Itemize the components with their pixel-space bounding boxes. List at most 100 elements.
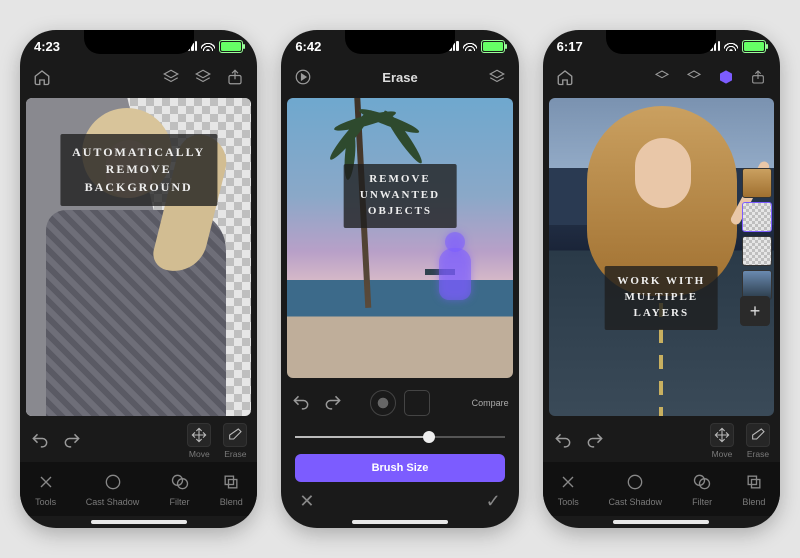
phone-1: 4:23 Automatically Remove Backg bbox=[20, 30, 257, 528]
shadow-icon bbox=[624, 471, 646, 493]
app-toolbar: Erase bbox=[281, 62, 518, 92]
rect-mode[interactable] bbox=[404, 390, 430, 416]
tab-label: Filter bbox=[170, 497, 190, 507]
undo-icon[interactable] bbox=[553, 431, 573, 451]
status-time: 6:17 bbox=[557, 39, 583, 54]
shadow-icon bbox=[102, 471, 124, 493]
app-toolbar bbox=[20, 62, 257, 92]
layers-icon[interactable] bbox=[161, 67, 181, 87]
undo-icon[interactable] bbox=[30, 431, 50, 451]
share-icon[interactable] bbox=[748, 67, 768, 87]
brush-slider-row bbox=[281, 424, 518, 448]
cube-accent-icon[interactable] bbox=[716, 67, 736, 87]
tab-label: Tools bbox=[35, 497, 56, 507]
bottom-tabbar: Tools Cast Shadow Filter Blend bbox=[20, 462, 257, 516]
filter-icon bbox=[691, 471, 713, 493]
redo-icon[interactable] bbox=[323, 393, 343, 413]
editor-canvas[interactable]: Remove Unwanted Objects bbox=[287, 98, 512, 378]
editor-canvas[interactable]: + Work with multiple Layers bbox=[549, 98, 774, 416]
phone-2: 6:42 Erase Remove Unwanted Objects bbox=[281, 30, 518, 528]
feature-banner: Work with multiple Layers bbox=[605, 266, 718, 330]
redo-icon[interactable] bbox=[62, 431, 82, 451]
screen-title: Erase bbox=[382, 70, 417, 85]
move-tool[interactable]: Move bbox=[710, 423, 734, 459]
brush-size-slider[interactable] bbox=[295, 426, 504, 448]
battery-icon bbox=[219, 40, 243, 53]
tab-label: Blend bbox=[742, 497, 765, 507]
move-icon bbox=[187, 423, 211, 447]
cancel-button[interactable]: ✕ bbox=[299, 491, 314, 512]
notch bbox=[345, 30, 455, 54]
notch bbox=[606, 30, 716, 54]
home-indicator bbox=[20, 516, 257, 528]
confirm-button[interactable]: ✓ bbox=[486, 491, 501, 512]
editor-canvas[interactable]: Automatically Remove Background bbox=[26, 98, 251, 416]
blend-icon bbox=[743, 471, 765, 493]
layers-icon[interactable] bbox=[193, 67, 213, 87]
tab-cast-shadow[interactable]: Cast Shadow bbox=[86, 471, 140, 507]
erase-mode-chips bbox=[370, 390, 430, 416]
tab-label: Filter bbox=[692, 497, 712, 507]
tab-filter[interactable]: Filter bbox=[169, 471, 191, 507]
feature-banner: Remove Unwanted Objects bbox=[344, 164, 457, 228]
battery-icon bbox=[481, 40, 505, 53]
battery-icon bbox=[742, 40, 766, 53]
action-row: Move Erase bbox=[543, 420, 780, 462]
feature-banner: Automatically Remove Background bbox=[60, 134, 217, 206]
layers-icon[interactable] bbox=[684, 67, 704, 87]
layer-panel bbox=[742, 168, 772, 300]
home-indicator bbox=[543, 516, 780, 528]
wifi-icon bbox=[201, 41, 215, 51]
tab-filter[interactable]: Filter bbox=[691, 471, 713, 507]
tools-icon bbox=[557, 471, 579, 493]
layer-thumb[interactable] bbox=[742, 236, 772, 266]
tool-label: Move bbox=[189, 449, 210, 459]
move-tool[interactable]: Move bbox=[187, 423, 211, 459]
undo-icon[interactable] bbox=[291, 393, 311, 413]
app-toolbar bbox=[543, 62, 780, 92]
erase-tool[interactable]: Erase bbox=[746, 423, 770, 459]
home-indicator bbox=[281, 516, 518, 528]
share-icon[interactable] bbox=[225, 67, 245, 87]
tab-blend[interactable]: Blend bbox=[742, 471, 765, 507]
tab-tools[interactable]: Tools bbox=[557, 471, 579, 507]
wifi-icon bbox=[724, 41, 738, 51]
play-circle-icon[interactable] bbox=[293, 67, 313, 87]
layer-thumb[interactable] bbox=[742, 168, 772, 198]
compare-button[interactable]: Compare bbox=[472, 398, 509, 408]
tool-label: Move bbox=[712, 449, 733, 459]
action-row: Move Erase bbox=[20, 420, 257, 462]
status-time: 4:23 bbox=[34, 39, 60, 54]
tools-icon bbox=[35, 471, 57, 493]
slider-fill bbox=[295, 436, 429, 438]
layers-icon[interactable] bbox=[652, 67, 672, 87]
layers-icon[interactable] bbox=[487, 67, 507, 87]
tab-cast-shadow[interactable]: Cast Shadow bbox=[608, 471, 662, 507]
status-time: 6:42 bbox=[295, 39, 321, 54]
brush-mode[interactable] bbox=[370, 390, 396, 416]
selected-object-overlay bbox=[435, 232, 475, 306]
wifi-icon bbox=[463, 41, 477, 51]
tab-label: Blend bbox=[220, 497, 243, 507]
bottom-tabbar: Tools Cast Shadow Filter Blend bbox=[543, 462, 780, 516]
action-row: Compare bbox=[281, 382, 518, 424]
add-layer-button[interactable]: + bbox=[740, 296, 770, 326]
layer-thumb[interactable] bbox=[742, 202, 772, 232]
slider-knob[interactable] bbox=[423, 431, 435, 443]
filter-icon bbox=[169, 471, 191, 493]
phone-3: 6:17 bbox=[543, 30, 780, 528]
brush-size-button[interactable]: Brush Size bbox=[295, 454, 504, 482]
tab-label: Tools bbox=[558, 497, 579, 507]
move-icon bbox=[710, 423, 734, 447]
home-icon[interactable] bbox=[555, 67, 575, 87]
notch bbox=[84, 30, 194, 54]
confirm-row: ✕ ✓ bbox=[281, 486, 518, 516]
home-icon[interactable] bbox=[32, 67, 52, 87]
tab-label: Cast Shadow bbox=[608, 497, 662, 507]
erase-icon bbox=[746, 423, 770, 447]
tool-label: Erase bbox=[224, 449, 246, 459]
tab-blend[interactable]: Blend bbox=[220, 471, 243, 507]
tab-tools[interactable]: Tools bbox=[35, 471, 57, 507]
redo-icon[interactable] bbox=[585, 431, 605, 451]
erase-tool[interactable]: Erase bbox=[223, 423, 247, 459]
